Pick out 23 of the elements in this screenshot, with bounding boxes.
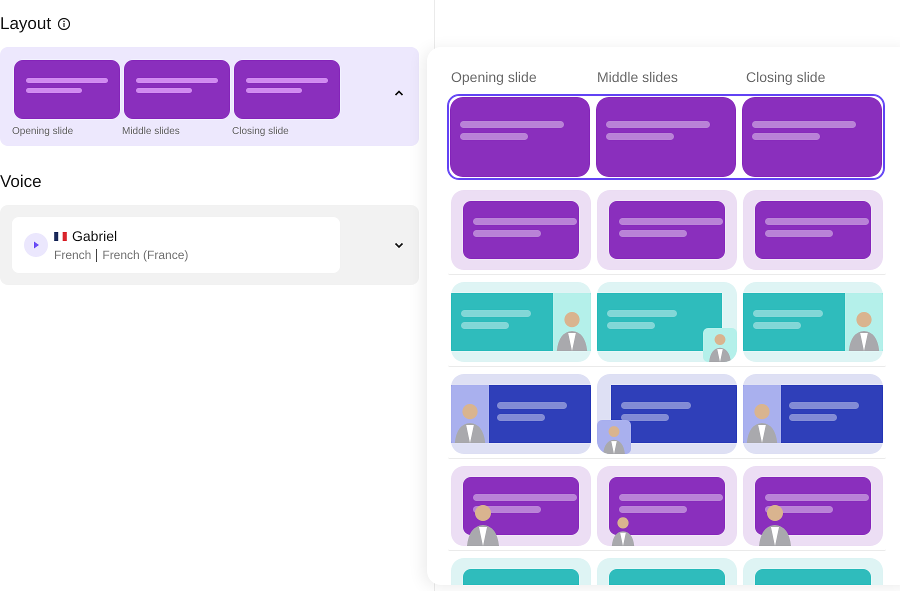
slide-label: Closing slide: [232, 126, 290, 137]
voice-selector[interactable]: Gabriel French French (France): [0, 205, 419, 285]
layout-selector[interactable]: Opening slide Middle slides Closing slide: [0, 47, 419, 146]
column-header: Opening slide: [451, 69, 538, 85]
flag-icon: [54, 232, 67, 240]
slide-label: Opening slide: [12, 126, 74, 137]
avatar-placeholder: [553, 293, 591, 351]
voice-name: Gabriel: [72, 228, 118, 244]
voice-language: French: [54, 248, 92, 262]
layout-title: Layout: [0, 14, 52, 34]
avatar-placeholder: [451, 385, 489, 443]
voice-locale: French (France): [102, 248, 188, 262]
avatar-placeholder: [743, 385, 781, 443]
avatar-placeholder: [597, 420, 631, 454]
layout-option[interactable]: [447, 94, 885, 180]
play-icon[interactable]: [24, 233, 48, 257]
column-header: Middle slides: [597, 69, 679, 85]
column-header: Closing slide: [746, 69, 826, 85]
avatar-placeholder: [703, 328, 737, 362]
avatar-placeholder: [845, 293, 883, 351]
voice-title: Voice: [0, 172, 42, 192]
info-icon[interactable]: [57, 17, 72, 31]
slide-label: Middle slides: [122, 126, 181, 137]
